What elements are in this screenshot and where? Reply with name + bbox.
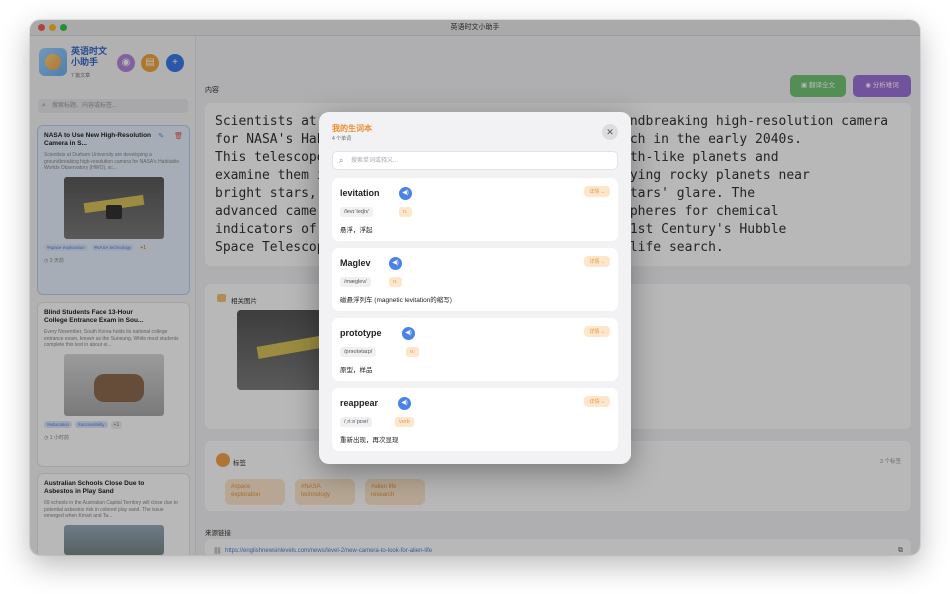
detail-button[interactable]: 详情 ⌄ bbox=[584, 186, 610, 197]
word-card[interactable]: prototype ◀) /prəʊtətaɪp/ n. 原型，样品 详情 ⌄ bbox=[332, 318, 618, 381]
phonetic: /levɪˈteɪʃn/ bbox=[340, 207, 373, 217]
close-icon: ✕ bbox=[606, 127, 614, 137]
part-of-speech: n. bbox=[389, 277, 402, 287]
word-card[interactable]: levitation ◀) /levɪˈteɪʃn/ n. 悬浮，浮起 详情 ⌄ bbox=[332, 178, 618, 241]
vocabulary-search-input[interactable] bbox=[351, 154, 611, 168]
word-text: prototype bbox=[340, 328, 382, 338]
detail-button[interactable]: 详情 ⌄ bbox=[584, 396, 610, 407]
detail-label: 详情 bbox=[589, 259, 600, 265]
chevron-down-icon: ⌄ bbox=[600, 399, 605, 405]
modal-title: 我的生词本 bbox=[332, 124, 372, 133]
vocabulary-search: ⌕ bbox=[332, 151, 618, 170]
phonetic: /prəʊtətaɪp/ bbox=[340, 347, 377, 357]
part-of-speech: n. bbox=[406, 347, 419, 357]
phonetic: /mæglev/ bbox=[340, 277, 371, 287]
word-text: Maglev bbox=[340, 258, 371, 268]
detail-label: 详情 bbox=[589, 189, 600, 195]
part-of-speech: n. bbox=[399, 207, 412, 217]
detail-button[interactable]: 详情 ⌄ bbox=[584, 326, 610, 337]
word-meaning: 悬浮，浮起 bbox=[340, 227, 373, 234]
close-modal-button[interactable]: ✕ bbox=[602, 124, 618, 140]
word-meaning: 磁悬浮列车 (magnetic levitation的缩写) bbox=[340, 297, 452, 304]
vocabulary-modal: 我的生词本 4 个单词 ✕ ⌕ levitation ◀) /levɪˈteɪʃ… bbox=[319, 112, 631, 464]
detail-button[interactable]: 详情 ⌄ bbox=[584, 256, 610, 267]
word-meaning: 原型，样品 bbox=[340, 367, 373, 374]
chevron-down-icon: ⌄ bbox=[600, 329, 605, 335]
speaker-icon[interactable]: ◀) bbox=[398, 397, 411, 410]
detail-label: 详情 bbox=[589, 399, 600, 405]
chevron-down-icon: ⌄ bbox=[600, 189, 605, 195]
word-card[interactable]: Maglev ◀) /mæglev/ n. 磁悬浮列车 (magnetic le… bbox=[332, 248, 618, 311]
speaker-icon[interactable]: ◀) bbox=[389, 257, 402, 270]
word-count: 4 个单词 bbox=[332, 136, 352, 142]
word-text: levitation bbox=[340, 188, 380, 198]
chevron-down-icon: ⌄ bbox=[600, 259, 605, 265]
speaker-icon[interactable]: ◀) bbox=[399, 187, 412, 200]
word-meaning: 重新出现，再次显现 bbox=[340, 437, 399, 444]
detail-label: 详情 bbox=[589, 329, 600, 335]
word-text: reappear bbox=[340, 398, 379, 408]
search-icon: ⌕ bbox=[339, 156, 344, 165]
word-card[interactable]: reappear ◀) /ˌriːəˈpɪər/ verb 重新出现，再次显现 … bbox=[332, 388, 618, 451]
part-of-speech: verb bbox=[395, 417, 414, 427]
phonetic: /ˌriːəˈpɪər/ bbox=[340, 417, 373, 427]
speaker-icon[interactable]: ◀) bbox=[402, 327, 415, 340]
